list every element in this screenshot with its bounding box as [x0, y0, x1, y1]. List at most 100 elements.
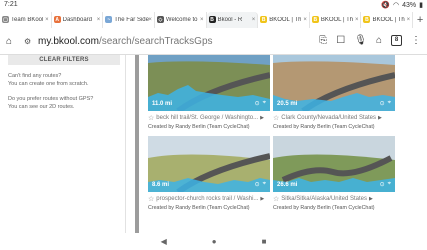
back-icon[interactable]: ◀: [161, 237, 167, 246]
favorite-star-icon[interactable]: ☆: [148, 195, 154, 203]
tab-strip: ▢ Team BKool × A Dashboard × ~ The Far Side × ◇ We…: [0, 10, 427, 29]
route-creator: Created by Randy Berlin (Team CycleChat): [273, 205, 375, 211]
vr-icon: ⊙: [379, 101, 385, 107]
vr-icon: ⊙: [254, 101, 260, 107]
tab-label: Team BKool: [11, 16, 44, 23]
close-tab-icon[interactable]: ×: [200, 17, 204, 23]
location-pin-icon: ⌖: [262, 181, 266, 187]
browser-tab[interactable]: B BKOOL | Th ×: [310, 11, 362, 28]
scrollbar[interactable]: [135, 55, 139, 233]
create-route-link[interactable]: You can create one from scratch.: [8, 80, 124, 88]
route-card[interactable]: 20.5 mi ⊙ ⌖ ☆ Clark County/Nevada/United Sta…: [273, 55, 395, 130]
battery-percent: 43%: [402, 1, 417, 9]
close-tab-icon[interactable]: ×: [45, 17, 49, 23]
site-settings-icon[interactable]: ⚙: [24, 37, 34, 46]
system-nav-bar: ◀ ● ■: [0, 233, 427, 250]
2d-routes-link[interactable]: You can see our 2D routes.: [8, 103, 124, 111]
favorite-star-icon[interactable]: ☆: [148, 114, 154, 122]
location-pin-icon: ⌖: [262, 100, 266, 106]
route-meta: ⊙ ⌖: [380, 100, 391, 107]
bookmark-icon[interactable]: ☐: [336, 35, 345, 46]
route-title[interactable]: Sitka/Sitka/Alaska/United States: [281, 196, 367, 202]
play-route-icon[interactable]: ▶: [378, 115, 382, 121]
route-creator: Created by Randy Berlin (Team CycleChat): [148, 205, 250, 211]
route-thumbnail[interactable]: 8.6 mi ⊙ ⌖: [148, 136, 270, 192]
browser-tab[interactable]: B BKOOL | Th ×: [361, 11, 414, 28]
wifi-icon: ◠: [393, 2, 400, 9]
route-distance: 11.0 mi: [152, 101, 173, 107]
route-card[interactable]: 26.6 mi ⊙ ⌖ ☆ Sitka/Sitka/Alaska/United Stat…: [273, 136, 395, 211]
status-bar: 7:21 🔇 ◠ 43% ▮: [0, 0, 427, 10]
vr-icon: ⊙: [254, 182, 260, 188]
route-thumbnail[interactable]: 26.6 mi ⊙ ⌖: [273, 136, 395, 192]
browser-actions: ⎘ ☐ 🎙 ⌂ 8 ⋮: [319, 35, 421, 46]
clear-filters-button[interactable]: CLEAR FILTERS: [8, 55, 120, 65]
route-title-row: ☆ beck hill trail/St. George / Washingto.…: [148, 114, 270, 122]
favorite-star-icon[interactable]: ☆: [273, 114, 279, 122]
route-thumbnail[interactable]: 11.0 mi ⊙ ⌖: [148, 55, 270, 111]
tab-favicon-icon: B: [208, 16, 216, 23]
route-title[interactable]: Clark County/Nevada/United States: [281, 115, 376, 121]
route-title[interactable]: beck hill trail/St. George / Washingto..…: [156, 115, 258, 121]
location-pin-icon: ⌖: [387, 181, 391, 187]
route-card[interactable]: 8.6 mi ⊙ ⌖ ☆ prospector-church rocks trail /…: [148, 136, 270, 211]
close-tab-icon[interactable]: ×: [148, 17, 152, 23]
filters-sidebar: CLEAR FILTERS Can't find any routes? You…: [0, 55, 126, 233]
tab-label: Welcome to: [165, 16, 198, 23]
home-button-icon[interactable]: ⌂: [376, 35, 382, 46]
tab-favicon-icon: B: [363, 16, 371, 23]
status-icons: 🔇 ◠ 43% ▮: [381, 1, 423, 10]
cast-icon[interactable]: ⎘: [319, 35, 327, 46]
no-routes-question: Can't find any routes?: [8, 73, 62, 79]
play-route-icon[interactable]: ▶: [260, 115, 264, 121]
status-time: 7:21: [4, 1, 18, 8]
route-distance: 8.6 mi: [152, 182, 170, 188]
url-field[interactable]: my.bkool.com/search/searchTracksGps: [38, 36, 213, 47]
route-meta: ⊙ ⌖: [255, 100, 266, 107]
browser-tab[interactable]: ◇ Welcome to ×: [155, 11, 207, 28]
mute-icon: 🔇: [381, 2, 391, 9]
route-distance: 20.5 mi: [277, 101, 298, 107]
home-nav-icon[interactable]: ●: [212, 237, 217, 246]
play-route-icon[interactable]: ▶: [369, 196, 373, 202]
tab-favicon-icon: B: [260, 16, 268, 23]
tab-favicon-icon: B: [311, 16, 319, 23]
browser-tab[interactable]: B BKOOL | Th ×: [258, 11, 310, 28]
route-distance: 26.6 mi: [277, 182, 298, 188]
tab-label: BKOOL | Th: [320, 16, 354, 23]
tab-switcher-button[interactable]: 8: [391, 35, 402, 46]
close-tab-icon[interactable]: ×: [355, 17, 359, 23]
browser-tab[interactable]: ~ The Far Side ×: [103, 11, 155, 28]
url-path: /search/searchTracksGps: [98, 36, 213, 47]
screen: 7:21 🔇 ◠ 43% ▮ ▢ Team BKool × A Dashboard × ~ T…: [0, 0, 427, 250]
tab-label: Bkool - R: [217, 16, 243, 23]
close-tab-icon[interactable]: ×: [97, 17, 101, 23]
recents-icon[interactable]: ■: [262, 237, 267, 246]
tab-favicon-icon: ▢: [2, 16, 9, 23]
new-tab-icon[interactable]: +: [413, 14, 427, 26]
browser-tab[interactable]: B Bkool - R ×: [206, 11, 259, 28]
route-card[interactable]: 11.0 mi ⊙ ⌖ ☆ beck hill trail/St. George / W…: [148, 55, 270, 130]
tab-favicon-icon: A: [53, 16, 61, 23]
browser-tab[interactable]: ▢ Team BKool ×: [0, 11, 52, 28]
url-host: my.bkool.com: [38, 36, 99, 47]
tab-label: The Far Side: [114, 16, 149, 23]
home-icon[interactable]: ⌂: [6, 36, 20, 47]
play-route-icon[interactable]: ▶: [260, 196, 264, 202]
favorite-star-icon[interactable]: ☆: [273, 195, 279, 203]
microphone-icon[interactable]: 🎙: [354, 35, 367, 46]
tab-favicon-icon: ◇: [156, 16, 164, 23]
close-tab-icon[interactable]: ×: [407, 17, 411, 23]
route-meta: ⊙ ⌖: [380, 181, 391, 188]
close-tab-icon[interactable]: ×: [303, 17, 307, 23]
route-creator: Created by Randy Berlin (Team CycleChat): [148, 124, 250, 130]
tab-label: BKOOL | Th: [372, 16, 405, 23]
route-title[interactable]: prospector-church rocks trail / Washi...: [156, 196, 258, 202]
route-thumbnail[interactable]: 20.5 mi ⊙ ⌖: [273, 55, 395, 111]
menu-icon[interactable]: ⋮: [411, 35, 421, 46]
browser-tab[interactable]: A Dashboard ×: [52, 11, 104, 28]
tab-label: BKOOL | Th: [269, 16, 302, 23]
route-meta: ⊙ ⌖: [255, 181, 266, 188]
no-gps-question: Do you prefer routes without GPS?: [8, 96, 94, 102]
close-tab-icon[interactable]: ×: [252, 17, 256, 23]
